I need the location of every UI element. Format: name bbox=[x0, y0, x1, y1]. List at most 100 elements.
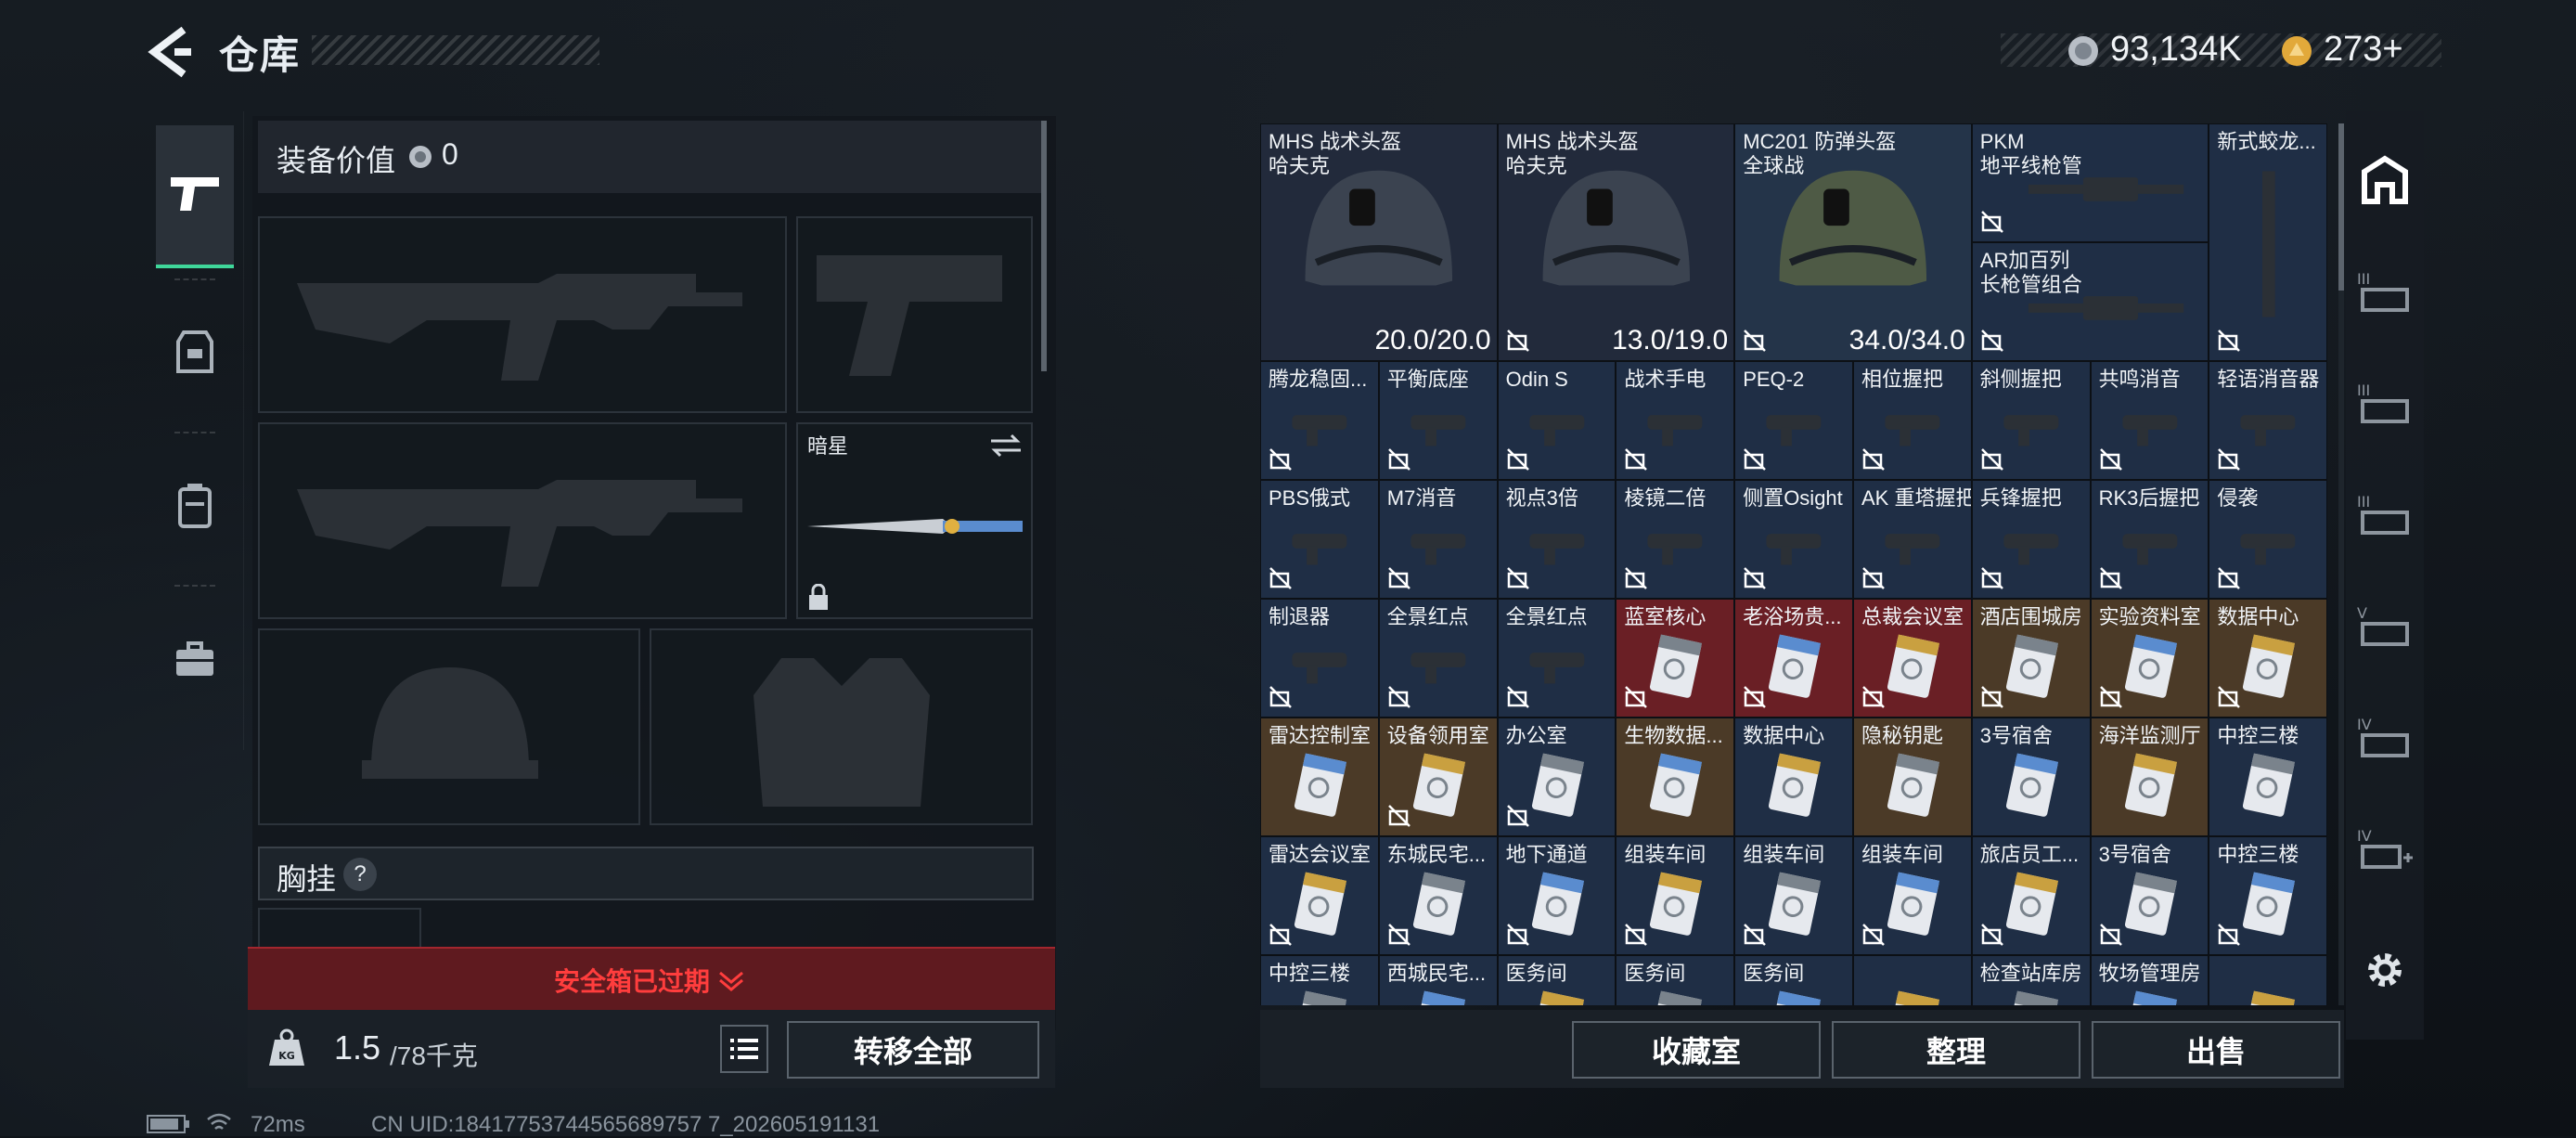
stash-scroll-thumb[interactable] bbox=[2338, 123, 2344, 291]
collection-room-button[interactable]: 收藏室 bbox=[1572, 1021, 1821, 1079]
attachment-item[interactable]: 腾龙稳固... bbox=[1260, 361, 1379, 480]
attachment-item[interactable]: 全景红点 bbox=[1497, 599, 1616, 718]
primary-weapon-slot-2[interactable] bbox=[258, 422, 787, 619]
equipment-scrollbar[interactable] bbox=[1041, 121, 1047, 371]
keycard-item[interactable]: 地下通道 bbox=[1497, 836, 1616, 955]
keycard-item[interactable]: 西城民宅... bbox=[1378, 955, 1498, 1005]
keycard-item[interactable]: 设备领用室 bbox=[1378, 718, 1498, 836]
keycard-item[interactable]: 医务间 bbox=[1497, 955, 1616, 1005]
keycard-item[interactable]: 老浴场贵... bbox=[1734, 599, 1853, 718]
attachment-item[interactable]: 共鸣消音 bbox=[2090, 361, 2209, 480]
keycard-item[interactable]: 中控三楼 bbox=[2209, 836, 2327, 955]
keycard-item[interactable]: 实验资料室 bbox=[2090, 599, 2209, 718]
attachment-item[interactable]: 轻语消音器 bbox=[2209, 361, 2327, 480]
tab-stash-4-add[interactable]: IV bbox=[2353, 798, 2416, 900]
card-item-icon bbox=[2243, 990, 2296, 1005]
tab-armor[interactable] bbox=[156, 283, 234, 422]
melee-slot[interactable]: 暗星 bbox=[796, 422, 1033, 619]
handguard-item[interactable]: 新式蛟龙... bbox=[2209, 123, 2327, 361]
chest-rig-slot[interactable] bbox=[258, 908, 421, 949]
attachment-item[interactable]: 全景红点 bbox=[1378, 599, 1498, 718]
keycard-item[interactable]: 组装车间 bbox=[1616, 836, 1735, 955]
not-bound-icon bbox=[1744, 924, 1767, 946]
weapon-part-item[interactable]: PKM 地平线枪管 bbox=[1971, 123, 2209, 242]
list-button[interactable] bbox=[720, 1025, 768, 1073]
tab-stash-4a[interactable]: IV bbox=[2353, 687, 2416, 789]
attachment-item[interactable]: 平衡底座 bbox=[1378, 361, 1498, 480]
keycard-item[interactable]: 酒店围城房 bbox=[1971, 599, 2091, 718]
tab-stash-3a[interactable]: III bbox=[2353, 241, 2416, 343]
keycard-item[interactable]: 中控三楼 bbox=[2209, 718, 2327, 836]
attachment-item[interactable]: 兵锋握把 bbox=[1971, 480, 2091, 599]
attachment-item[interactable]: 相位握把 bbox=[1853, 361, 1972, 480]
keycard-item[interactable]: 牧场管理房 bbox=[2090, 955, 2209, 1005]
armor-slot[interactable] bbox=[650, 628, 1033, 825]
keycard-item[interactable]: 雷达控制室 bbox=[1260, 718, 1379, 836]
keycard-item[interactable]: 组装车间 bbox=[1853, 836, 1972, 955]
attachment-item[interactable]: 战术手电 bbox=[1616, 361, 1735, 480]
item-name: 旅店员工... bbox=[1979, 843, 2080, 866]
pistol-slot[interactable] bbox=[796, 216, 1033, 413]
help-icon[interactable]: ? bbox=[343, 858, 377, 891]
currency-gold[interactable]: 273+ bbox=[2324, 30, 2403, 70]
sell-button[interactable]: 出售 bbox=[2092, 1021, 2340, 1079]
helmet-slot[interactable] bbox=[258, 628, 640, 825]
keycard-item[interactable]: 中控三楼 bbox=[1260, 955, 1379, 1005]
item-name: 地平线枪管 bbox=[1979, 154, 2082, 177]
tab-stash-3c[interactable]: III bbox=[2353, 464, 2416, 566]
keycard-item[interactable]: 检查站库房 bbox=[1971, 955, 2091, 1005]
primary-weapon-slot-1[interactable] bbox=[258, 216, 787, 413]
tab-backpack[interactable] bbox=[156, 436, 234, 575]
keycard-item[interactable]: 总裁会议室 bbox=[1853, 599, 1972, 718]
keycard-item[interactable]: 3号宿舍 bbox=[2090, 836, 2209, 955]
attachment-item[interactable]: 制退器 bbox=[1260, 599, 1379, 718]
keycard-item[interactable] bbox=[1853, 955, 1972, 1005]
keycard-item[interactable]: 雷达会议室 bbox=[1260, 836, 1379, 955]
attachment-item[interactable]: 侧置Osight bbox=[1734, 480, 1853, 599]
tab-all-stash[interactable] bbox=[2353, 130, 2416, 232]
tab-stash-5[interactable]: V bbox=[2353, 575, 2416, 678]
tab-case[interactable] bbox=[156, 589, 234, 729]
attachment-item[interactable]: 斜侧握把 bbox=[1971, 361, 2091, 480]
keycard-item[interactable]: 海洋监测厅 bbox=[2090, 718, 2209, 836]
keycard-item[interactable]: 办公室 bbox=[1497, 718, 1616, 836]
keycard-item[interactable] bbox=[2209, 955, 2327, 1005]
attachment-item[interactable]: RK3后握把 bbox=[2090, 480, 2209, 599]
helmet-item[interactable]: MHS 战术头盔 哈夫克 20.0/20.0 bbox=[1260, 123, 1498, 361]
item-name: PKM bbox=[1979, 130, 2025, 153]
attachment-item[interactable]: AK 重塔握把 bbox=[1853, 480, 1972, 599]
attachment-item[interactable]: 视点3倍 bbox=[1497, 480, 1616, 599]
attachment-item[interactable]: Odin S bbox=[1497, 361, 1616, 480]
tab-stash-3b[interactable]: III bbox=[2353, 353, 2416, 455]
safe-box-expired-alert[interactable]: 安全箱已过期 bbox=[248, 947, 1055, 1010]
keycard-item[interactable]: 医务间 bbox=[1616, 955, 1735, 1005]
swap-icon[interactable] bbox=[989, 432, 1023, 459]
keycard-item[interactable]: 东城民宅... bbox=[1378, 836, 1498, 955]
back-arrow-icon[interactable] bbox=[147, 26, 193, 78]
attachment-item[interactable]: 侵袭 bbox=[2209, 480, 2327, 599]
settings-button[interactable] bbox=[2353, 919, 2416, 1021]
item-name: PBS俄式 bbox=[1269, 486, 1351, 510]
tab-weapons[interactable] bbox=[156, 125, 234, 268]
attachment-item[interactable]: PBS俄式 bbox=[1260, 480, 1379, 599]
attachment-item[interactable]: PEQ-2 bbox=[1734, 361, 1853, 480]
keycard-item[interactable]: 组装车间 bbox=[1734, 836, 1853, 955]
keycard-item[interactable]: 数据中心 bbox=[1734, 718, 1853, 836]
keycard-item[interactable]: 生物数据... bbox=[1616, 718, 1735, 836]
keycard-item[interactable]: 3号宿舍 bbox=[1971, 718, 2091, 836]
helmet-item[interactable]: MHS 战术头盔 哈夫克 13.0/19.0 bbox=[1497, 123, 1735, 361]
keycard-item[interactable]: 蓝室核心 bbox=[1616, 599, 1735, 718]
attachment-item[interactable]: 棱镜二倍 bbox=[1616, 480, 1735, 599]
weapon-part-item[interactable]: AR加百列 长枪管组合 bbox=[1971, 242, 2209, 361]
keycard-item[interactable]: 隐秘钥匙 bbox=[1853, 718, 1972, 836]
keycard-item[interactable]: 数据中心 bbox=[2209, 599, 2327, 718]
helmet-item[interactable]: MC201 防弹头盔 全球战 34.0/34.0 bbox=[1734, 123, 1972, 361]
attachment-item[interactable]: M7消音 bbox=[1378, 480, 1498, 599]
item-name: MHS 战术头盔 bbox=[1505, 130, 1639, 153]
stash-box-icon: III bbox=[2357, 381, 2409, 423]
weight-value: 1.5 bbox=[334, 1028, 381, 1067]
keycard-item[interactable]: 旅店员工... bbox=[1971, 836, 2091, 955]
keycard-item[interactable]: 医务间 bbox=[1734, 955, 1853, 1005]
organize-button[interactable]: 整理 bbox=[1832, 1021, 2080, 1079]
transfer-all-button[interactable]: 转移全部 bbox=[787, 1021, 1039, 1079]
